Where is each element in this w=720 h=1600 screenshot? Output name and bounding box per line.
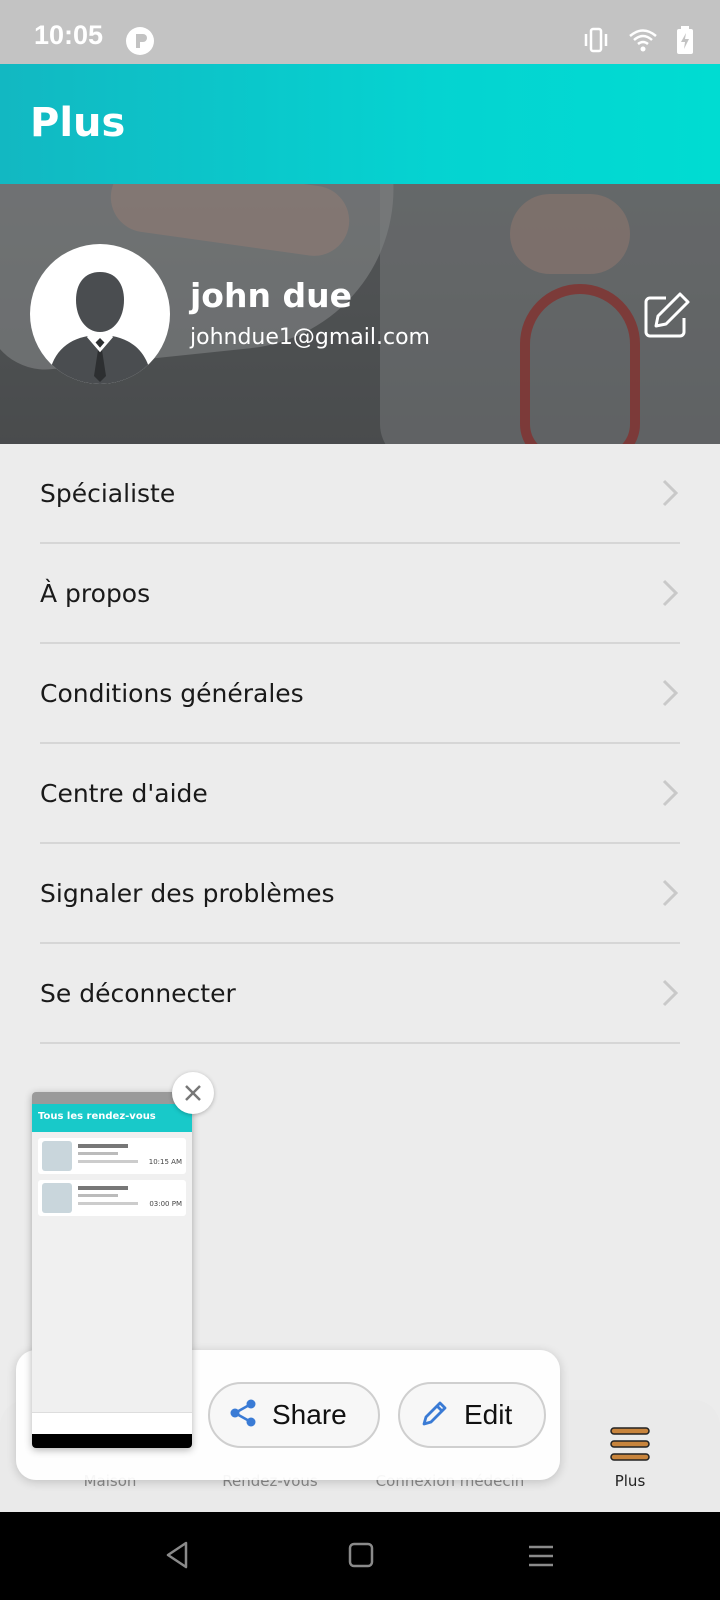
preview-appointment-card: 03:00 PM xyxy=(38,1180,186,1216)
system-navigation-bar xyxy=(0,1512,720,1600)
menu-item-label: Se déconnecter xyxy=(40,978,236,1008)
menu-item-signaler-des-problemes[interactable]: Signaler des problèmes xyxy=(40,844,680,944)
menu-item-label: Spécialiste xyxy=(40,478,176,508)
chevron-right-icon xyxy=(660,478,680,512)
menu-item-specialiste[interactable]: Spécialiste xyxy=(40,444,680,544)
preview-title: Tous les rendez-vous xyxy=(32,1104,192,1132)
screenshot-thumbnail[interactable]: Tous les rendez-vous 10:15 AM 03:00 PM xyxy=(32,1092,192,1448)
profile-name: john due xyxy=(190,276,352,315)
menu-item-label: Centre d'aide xyxy=(40,778,208,808)
edit-button[interactable]: Edit xyxy=(398,1382,546,1448)
edit-label: Edit xyxy=(464,1399,513,1430)
nav-item-plus[interactable]: Plus xyxy=(590,1472,670,1490)
menu-item-a-propos[interactable]: À propos xyxy=(40,544,680,644)
menu-item-conditions-generales[interactable]: Conditions générales xyxy=(40,644,680,744)
user-silhouette-icon xyxy=(48,272,152,384)
vibrate-icon xyxy=(582,27,610,57)
menu-item-label: Conditions générales xyxy=(40,678,304,708)
avatar[interactable] xyxy=(30,244,170,384)
menu-item-centre-d-aide[interactable]: Centre d'aide xyxy=(40,744,680,844)
share-label: Share xyxy=(272,1399,347,1430)
settings-menu: Spécialiste À propos Conditions générale… xyxy=(40,444,680,1044)
recents-icon[interactable] xyxy=(528,1544,554,1572)
preview-time: 10:15 AM xyxy=(148,1158,182,1166)
chevron-right-icon xyxy=(660,978,680,1012)
share-button[interactable]: Share xyxy=(208,1382,380,1448)
status-time: 10:05 xyxy=(34,20,104,50)
preview-time: 03:00 PM xyxy=(149,1200,182,1208)
menu-item-label: Signaler des problèmes xyxy=(40,878,335,908)
app-bar: Plus xyxy=(0,64,720,184)
share-icon xyxy=(228,1398,258,1432)
close-icon[interactable] xyxy=(172,1072,214,1114)
chevron-right-icon xyxy=(660,678,680,712)
status-bar: 10:05 xyxy=(0,0,720,64)
chevron-right-icon xyxy=(660,778,680,812)
wifi-icon xyxy=(628,28,658,56)
home-icon[interactable] xyxy=(348,1542,374,1572)
profile-email: johndue1@gmail.com xyxy=(190,325,430,350)
preview-appointment-card: 10:15 AM xyxy=(38,1138,186,1174)
menu-item-se-deconnecter[interactable]: Se déconnecter xyxy=(40,944,680,1044)
page-title: Plus xyxy=(30,100,126,146)
pencil-icon xyxy=(420,1398,450,1432)
chevron-right-icon xyxy=(660,578,680,612)
edit-profile-icon[interactable] xyxy=(640,290,692,342)
battery-charging-icon xyxy=(676,26,694,58)
menu-item-label: À propos xyxy=(40,578,151,608)
app-notification-icon xyxy=(126,27,154,55)
menu-icon[interactable] xyxy=(610,1426,650,1466)
chevron-right-icon xyxy=(660,878,680,912)
back-icon[interactable] xyxy=(164,1540,190,1574)
